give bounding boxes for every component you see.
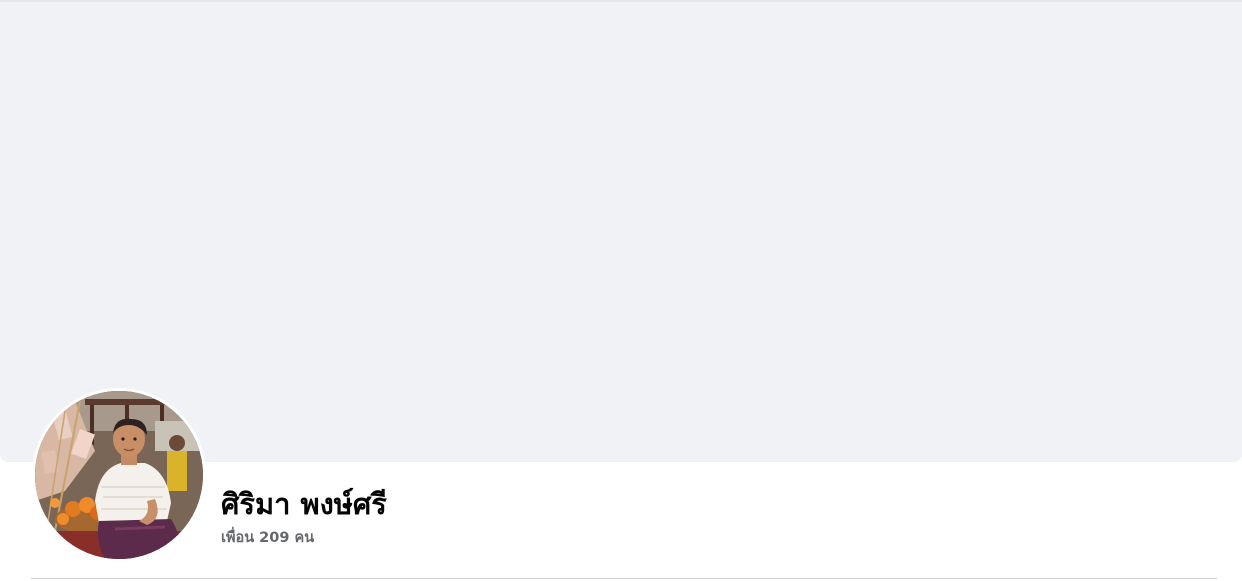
profile-header-divider xyxy=(31,578,1217,579)
friends-count-link[interactable]: เพื่อน 209 คน xyxy=(221,528,314,548)
profile-picture-frame[interactable] xyxy=(32,388,206,562)
profile-photo-image xyxy=(35,391,203,559)
cover-photo-area[interactable] xyxy=(0,0,1242,462)
profile-picture[interactable] xyxy=(35,391,203,559)
profile-page: ศิริมา พงษ์ศรี เพื่อน 209 คน xyxy=(0,0,1242,581)
profile-name: ศิริมา พงษ์ศรี xyxy=(221,487,387,521)
